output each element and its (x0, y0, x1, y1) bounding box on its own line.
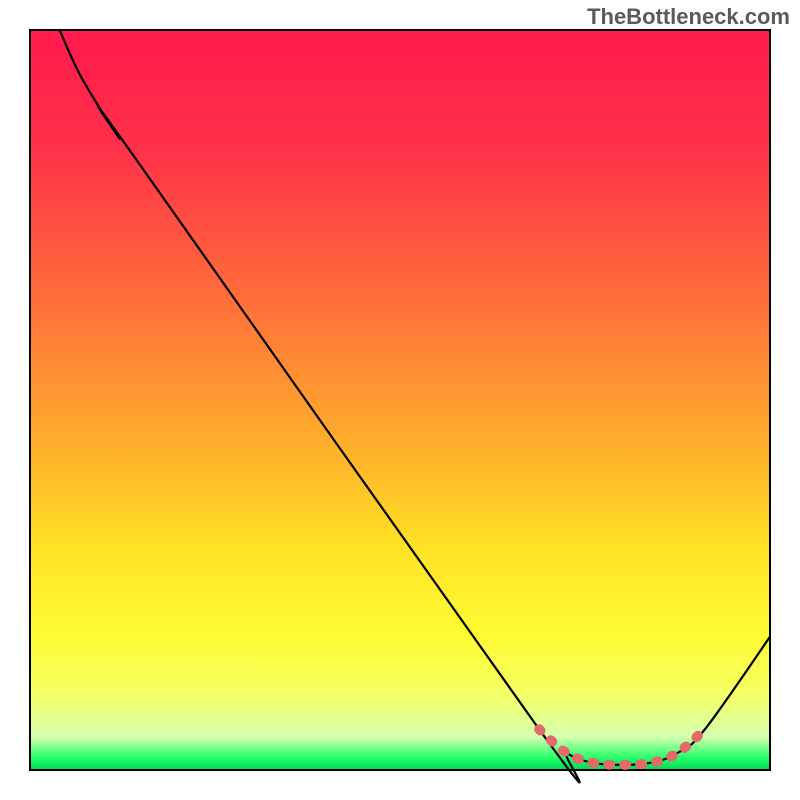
chart-svg (0, 0, 800, 800)
watermark-text: TheBottleneck.com (587, 4, 790, 30)
chart-container: TheBottleneck.com (0, 0, 800, 800)
plot-background (30, 30, 770, 770)
